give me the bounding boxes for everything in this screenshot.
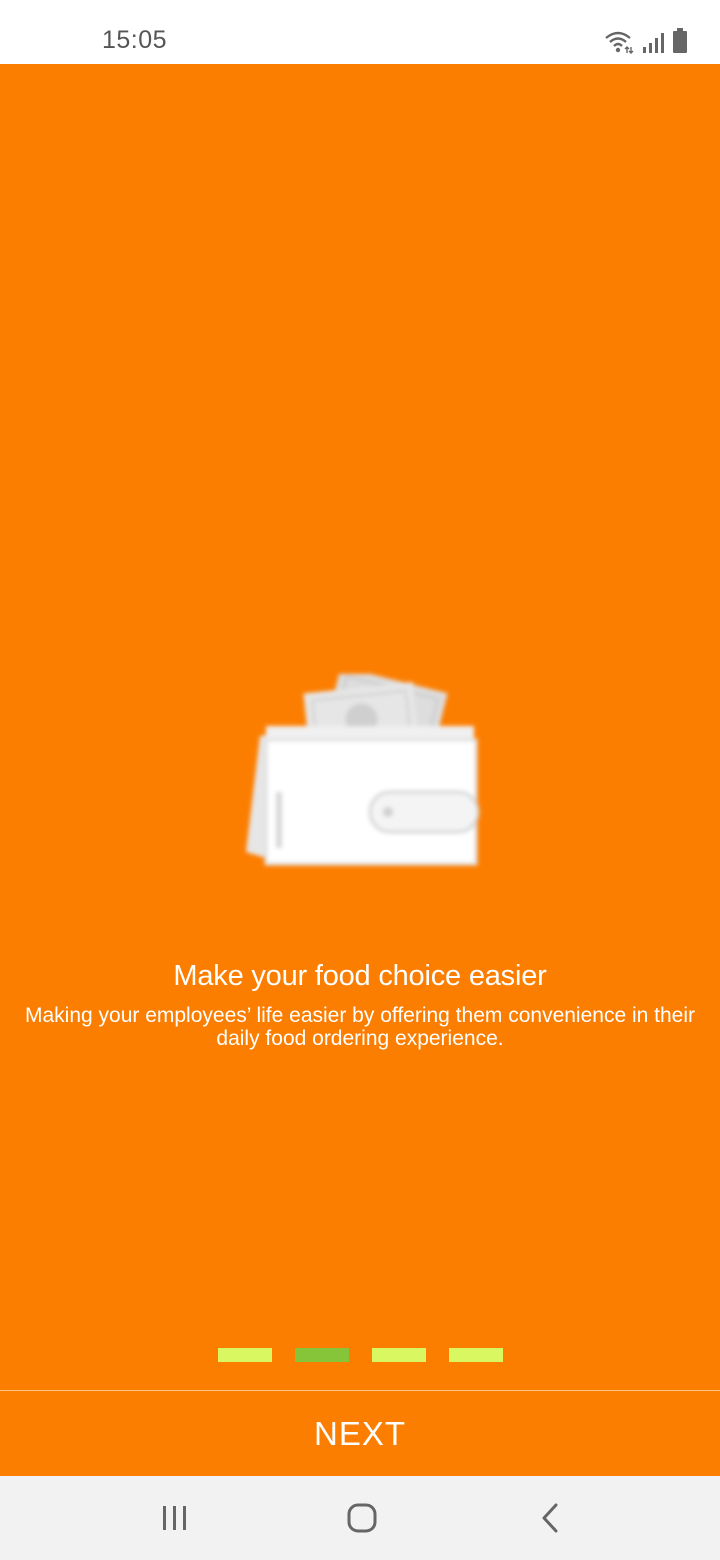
status-time: 15:05: [102, 26, 168, 54]
status-icons: [604, 26, 688, 54]
page-indicator-dot-4[interactable]: [448, 1348, 503, 1362]
home-icon: [347, 1503, 377, 1533]
onboarding-description: Making your employees’ life easier by of…: [24, 1004, 696, 1050]
page-indicator-dot-3[interactable]: [371, 1348, 426, 1362]
onboarding-title: Make your food choice easier: [173, 960, 547, 992]
home-button[interactable]: [302, 1476, 422, 1560]
system-nav-bar: [0, 1476, 720, 1560]
status-bar: 15:05: [0, 0, 720, 64]
wifi-icon: [605, 31, 634, 54]
back-button[interactable]: [490, 1476, 610, 1560]
recent-apps-icon: [163, 1506, 186, 1530]
onboarding-screen: 15:05 Make your food choice easier Makin…: [0, 0, 720, 1560]
back-icon: [542, 1503, 558, 1533]
next-button[interactable]: NEXT: [0, 1391, 720, 1476]
onboarding-panel: Make your food choice easier Making your…: [0, 64, 720, 1476]
page-indicator-dot-1[interactable]: [217, 1348, 272, 1362]
page-indicator-dot-2-active[interactable]: [294, 1348, 349, 1362]
wallet-icon: [246, 674, 480, 866]
battery-icon: [673, 28, 687, 53]
recent-apps-button[interactable]: [115, 1476, 235, 1560]
page-indicator: [0, 1348, 720, 1362]
signal-icon: [643, 33, 664, 53]
